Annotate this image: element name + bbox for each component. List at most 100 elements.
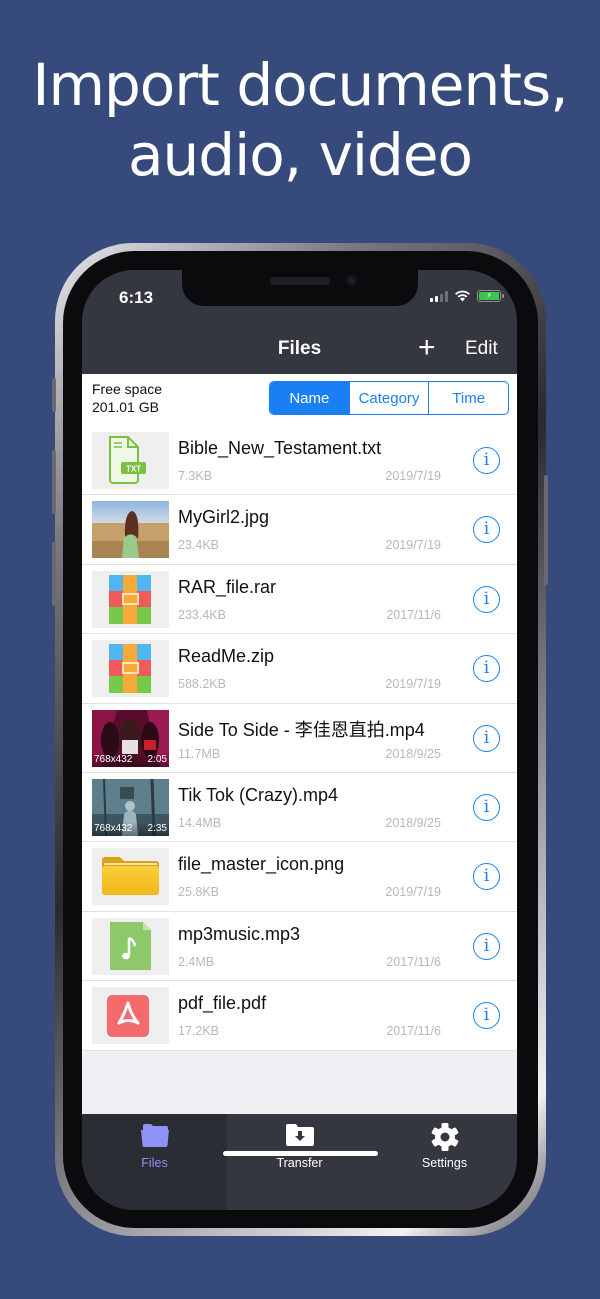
files-content: Free space 201.01 GB Name Category Time <box>82 374 517 1114</box>
info-button[interactable]: i <box>473 863 500 891</box>
txt-file-icon: TXT <box>92 432 169 489</box>
tab-label: Settings <box>421 1156 468 1170</box>
file-date: 2019/7/19 <box>385 677 441 692</box>
archive-file-icon <box>92 640 169 698</box>
file-date: 2018/9/25 <box>385 746 441 761</box>
headline: Import documents, audio, video <box>0 50 600 190</box>
file-size: 14.4MB <box>178 815 222 830</box>
file-size: 588.2KB <box>178 677 226 692</box>
tab-files[interactable]: Files <box>82 1114 227 1210</box>
page-title: Files <box>277 338 322 359</box>
archive-file-icon <box>92 570 169 628</box>
file-list: TXT Bible_New_Testament.txt 7.3KB 2019/7… <box>82 426 517 1051</box>
file-row[interactable]: file_master_icon.png 25.8KB 2019/7/19 i <box>82 842 517 912</box>
sort-by-time-segment[interactable]: Time <box>428 382 508 414</box>
file-name: mp3music.mp3 <box>178 923 301 944</box>
tab-label: Transfer <box>276 1156 323 1170</box>
video-resolution: 768x432 <box>94 822 133 834</box>
phone-screen: 6:13 ⚡ Files + Edit Free space 201.01 GB… <box>82 270 517 1210</box>
volume-down-button <box>52 542 56 606</box>
wifi-icon <box>455 290 470 302</box>
video-thumbnail: 768x432 2:35 <box>92 778 169 836</box>
file-date: 2018/9/25 <box>385 815 441 830</box>
file-size: 2.4MB <box>178 954 215 969</box>
file-size: 11.7MB <box>178 746 221 761</box>
tab-bar: Files Transfer Settings <box>82 1114 517 1210</box>
status-time: 6:13 <box>119 288 154 307</box>
tab-label: Files <box>141 1156 168 1170</box>
audio-file-icon <box>92 917 169 975</box>
notch <box>182 270 418 306</box>
info-button[interactable]: i <box>473 1002 500 1030</box>
info-button[interactable]: i <box>473 655 500 683</box>
cellular-signal-icon <box>430 290 448 302</box>
file-date: 2019/7/19 <box>385 885 441 900</box>
sort-by-category-segment[interactable]: Category <box>348 382 429 414</box>
pdf-file-icon <box>92 987 169 1045</box>
download-folder-icon <box>227 1122 372 1148</box>
free-space-label: Free space <box>92 381 163 397</box>
file-date: 2017/11/6 <box>386 1024 441 1039</box>
list-toolbar: Free space 201.01 GB Name Category Time <box>82 374 517 426</box>
sort-segmented-control: Name Category Time <box>269 381 509 415</box>
headline-line-1: Import documents, <box>32 51 568 119</box>
navigation-bar: Files + Edit <box>82 328 517 374</box>
home-indicator[interactable] <box>223 1151 378 1156</box>
video-duration: 2:05 <box>147 753 167 765</box>
file-row[interactable]: RAR_file.rar 233.4KB 2017/11/6 i <box>82 565 517 635</box>
front-camera <box>345 274 358 287</box>
earpiece-speaker <box>270 277 330 285</box>
video-overlay: 768x432 2:05 <box>92 752 169 767</box>
file-size: 7.3KB <box>178 469 213 483</box>
file-row[interactable]: TXT Bible_New_Testament.txt 7.3KB 2019/7… <box>82 426 517 496</box>
headline-line-2: audio, video <box>127 121 473 189</box>
file-row[interactable]: ReadMe.zip 588.2KB 2019/7/19 i <box>82 634 517 704</box>
file-row[interactable]: pdf_file.pdf 17.2KB 2017/11/6 i <box>82 981 517 1051</box>
file-name: Side To Side - 李佳恩直拍.mp4 <box>178 719 425 740</box>
info-button[interactable]: i <box>473 793 500 821</box>
edit-button[interactable]: Edit <box>465 338 498 360</box>
file-name: RAR_file.rar <box>178 576 277 597</box>
file-size: 25.8KB <box>178 885 220 900</box>
video-resolution: 768x432 <box>94 753 133 765</box>
file-date: 2017/11/6 <box>386 954 441 969</box>
sort-by-name-segment[interactable]: Name <box>270 382 349 414</box>
folder-image-icon <box>92 848 169 906</box>
mute-switch <box>52 378 56 412</box>
add-button[interactable]: + <box>418 332 436 364</box>
tab-settings[interactable]: Settings <box>372 1114 517 1210</box>
file-size: 233.4KB <box>178 607 226 622</box>
image-thumbnail <box>92 501 169 559</box>
file-size: 23.4KB <box>178 538 220 553</box>
file-size: 17.2KB <box>178 1024 220 1039</box>
side-button <box>544 475 548 585</box>
info-button[interactable]: i <box>473 447 500 474</box>
battery-charging-icon: ⚡ <box>477 290 504 302</box>
file-name: file_master_icon.png <box>178 854 345 875</box>
file-date: 2019/7/19 <box>385 469 441 483</box>
file-date: 2017/11/6 <box>386 607 441 622</box>
volume-up-button <box>52 450 56 514</box>
file-date: 2019/7/19 <box>385 538 441 553</box>
file-name: pdf_file.pdf <box>178 993 267 1014</box>
info-button[interactable]: i <box>473 516 500 544</box>
tab-transfer[interactable]: Transfer <box>227 1114 372 1210</box>
free-space-value: 201.01 GB <box>92 399 159 415</box>
svg-text:TXT: TXT <box>126 465 141 474</box>
file-name: ReadMe.zip <box>178 646 275 667</box>
file-row[interactable]: 768x432 2:05 Side To Side - 李佳恩直拍.mp4 11… <box>82 704 517 773</box>
video-duration: 2:35 <box>147 822 167 834</box>
info-button[interactable]: i <box>473 724 500 752</box>
folder-icon <box>82 1122 227 1148</box>
info-button[interactable]: i <box>473 585 500 613</box>
video-overlay: 768x432 2:35 <box>92 821 169 836</box>
video-thumbnail: 768x432 2:05 <box>92 709 169 767</box>
file-name: Tik Tok (Crazy).mp4 <box>178 784 339 805</box>
info-button[interactable]: i <box>473 932 500 960</box>
file-name: Bible_New_Testament.txt <box>178 438 382 458</box>
file-name: MyGirl2.jpg <box>178 507 270 528</box>
gear-icon <box>372 1122 517 1152</box>
file-row[interactable]: 768x432 2:35 Tik Tok (Crazy).mp4 14.4MB … <box>82 773 517 843</box>
file-row[interactable]: mp3music.mp3 2.4MB 2017/11/6 i <box>82 912 517 982</box>
file-row[interactable]: MyGirl2.jpg 23.4KB 2019/7/19 i <box>82 495 517 565</box>
